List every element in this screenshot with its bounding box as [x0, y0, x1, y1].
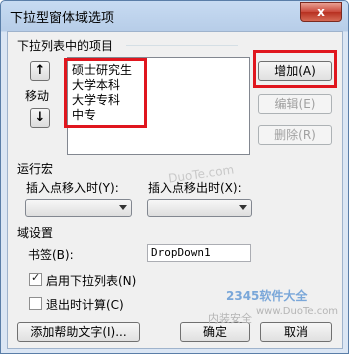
calc-on-exit-label: 退出时计算(C): [46, 298, 124, 312]
bookmark-input[interactable]: DropDown1: [147, 244, 251, 262]
chevron-down-icon: [119, 205, 127, 210]
macro-section-label: 运行宏: [17, 162, 54, 176]
window-title: 下拉型窗体域选项: [10, 11, 115, 26]
watermark-2345-logo: 2345软件大全: [226, 289, 308, 303]
enable-dropdown-label: 启用下拉列表(N): [46, 274, 137, 288]
close-button[interactable]: x: [300, 2, 342, 22]
arrow-down-icon: ↓: [34, 110, 46, 125]
enable-dropdown-checkbox[interactable]: ✓: [29, 271, 42, 286]
close-icon: x: [317, 5, 325, 19]
watermark-duote-small: www.DuoTe.com: [256, 306, 339, 317]
section-divider: [126, 45, 238, 46]
entry-macro-select[interactable]: [25, 199, 132, 217]
cancel-button[interactable]: 取消: [260, 322, 332, 342]
add-button-highlight-box: [253, 50, 337, 88]
move-up-button[interactable]: ↑: [30, 61, 50, 81]
title-bar[interactable]: 下拉型窗体域选项 x: [1, 1, 348, 29]
exit-macro-select[interactable]: [147, 199, 252, 217]
arrow-up-icon: ↑: [34, 63, 46, 78]
add-help-text-button[interactable]: 添加帮助文字(I)...: [17, 322, 140, 342]
move-label: 移动: [25, 89, 50, 103]
entry-macro-label: 插入点移入时(Y):: [26, 181, 119, 195]
items-section-label: 下拉列表中的项目: [17, 39, 114, 53]
calc-on-exit-checkbox[interactable]: [29, 297, 42, 310]
dialog-body: 下拉列表中的项目 ↑ 移动 ↓ 硕士研究生 大学本科 大学专科 中专 增加(A)…: [7, 31, 343, 349]
move-down-button[interactable]: ↓: [30, 108, 50, 128]
items-highlight-box: [64, 58, 147, 128]
field-section-label: 域设置: [17, 226, 54, 240]
delete-button[interactable]: 删除(R): [258, 125, 332, 145]
bookmark-label: 书签(B):: [28, 248, 74, 262]
dropdown-options-dialog: 下拉型窗体域选项 x 下拉列表中的项目 ↑ 移动 ↓ 硕士研究生 大学本科 大学…: [0, 0, 349, 354]
watermark-slogan: 内装安全: [208, 312, 252, 325]
edit-button[interactable]: 编辑(E): [258, 94, 332, 114]
chevron-down-icon: [239, 205, 247, 210]
checkmark-icon: ✓: [31, 271, 41, 284]
